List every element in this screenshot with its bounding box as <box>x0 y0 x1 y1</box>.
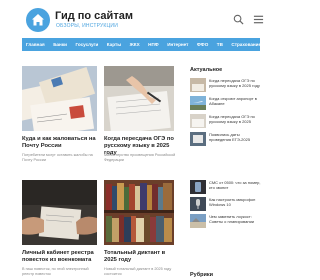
sidebar-article-title[interactable]: Когда пересдача ОГЭ по русскому языку в … <box>209 78 261 88</box>
sidebar-thumbnail <box>190 96 206 110</box>
article-title[interactable]: Личный кабинет реестра повесток из военк… <box>22 250 100 264</box>
sidebar-heading: Актуальное <box>190 67 223 73</box>
sidebar-thumbnail <box>190 214 206 228</box>
sidebar-article-title[interactable]: Как настроить микрофон Windows 10 <box>209 197 261 207</box>
sidebar-article[interactable]: Как настроить микрофон Windows 10 <box>190 197 260 213</box>
nav-item-banks[interactable]: Банки <box>53 42 67 47</box>
site-title[interactable]: Гид по сайтам <box>55 10 133 22</box>
search-icon[interactable] <box>233 14 244 25</box>
site-subtitle: ОБЗОРЫ, ИНСТРУКЦИИ <box>56 23 119 29</box>
nav-item-gosuslugi[interactable]: Госуслуги <box>75 42 98 47</box>
sidebar-article[interactable]: Появились даты проведения ЕГЭ-2025 <box>190 132 260 148</box>
nav-item-internet[interactable]: Интернет <box>167 42 188 47</box>
sidebar-thumbnail <box>190 78 206 92</box>
sidebar-article-title[interactable]: Чем заменить лоукост: Советы о планирова… <box>209 214 261 224</box>
sidebar-article-title[interactable]: СМС от 0500: что за номер, кто звонит <box>209 180 261 190</box>
article-image-mail[interactable] <box>22 66 97 131</box>
sidebar-thumbnail <box>190 180 206 194</box>
article-excerpt: Потребители могут оставить жалобы на Поч… <box>22 153 93 162</box>
nav-item-tv[interactable]: ТВ <box>217 42 223 47</box>
menu-icon[interactable] <box>253 14 264 25</box>
sidebar-article[interactable]: Когда пересдача ОГЭ по русскому языку в … <box>190 114 260 130</box>
article-image-dictation[interactable] <box>104 180 174 245</box>
sidebar-article-title[interactable]: Появились даты проведения ЕГЭ-2025 <box>209 132 261 142</box>
sidebar-article[interactable]: Чем заменить лоукост: Советы о планирова… <box>190 214 260 230</box>
article-title[interactable]: Тотальный диктант в 2025 году <box>104 250 179 264</box>
sidebar-thumbnail <box>190 197 206 211</box>
nav-item-ffo[interactable]: ФФО <box>197 42 208 47</box>
sidebar-article-title[interactable]: Когда откроют аэропорт в Абакане <box>209 96 261 106</box>
nav-item-cards[interactable]: Карты <box>107 42 121 47</box>
nav-item-insurance[interactable]: Страхование <box>231 42 261 47</box>
sidebar-article[interactable]: СМС от 0500: что за номер, кто звонит <box>190 180 261 196</box>
sidebar-thumbnail <box>190 132 206 146</box>
sidebar-rubrics-heading: Рубрики <box>190 272 213 278</box>
nav-item-finance[interactable]: Финансы <box>270 42 291 47</box>
nav-item-npf[interactable]: НПФ <box>148 42 159 47</box>
article-image-exam[interactable] <box>104 66 174 131</box>
article-title[interactable]: Куда и как жаловаться на Почту России <box>22 136 100 150</box>
article-excerpt: Новый тотальный диктант в 2025 году сост… <box>104 267 172 276</box>
sidebar-article[interactable]: Когда пересдача ОГЭ по русскому языку в … <box>190 78 260 94</box>
nav-item-zhkh[interactable]: ЖКХ <box>130 42 140 47</box>
article-image-military[interactable] <box>22 180 97 245</box>
site-header: Гид по сайтам ОБЗОРЫ, ИНСТРУКЦИИ <box>0 0 280 38</box>
home-logo-icon[interactable] <box>26 8 50 32</box>
article-excerpt: Министерство просвещения Российской Феде… <box>104 153 176 162</box>
sidebar-thumbnail <box>190 114 206 128</box>
sidebar-article-title[interactable]: Когда пересдача ОГЭ по русскому языку в … <box>209 114 261 124</box>
main-nav: Главная Банки Госуслуги Карты ЖКХ НПФ Ин… <box>22 38 291 51</box>
article-excerpt: В наш повесток, по этой электронный реес… <box>22 267 89 276</box>
sidebar-article[interactable]: Когда откроют аэропорт в Абакане <box>190 96 260 112</box>
nav-item-home[interactable]: Главная <box>26 42 45 47</box>
